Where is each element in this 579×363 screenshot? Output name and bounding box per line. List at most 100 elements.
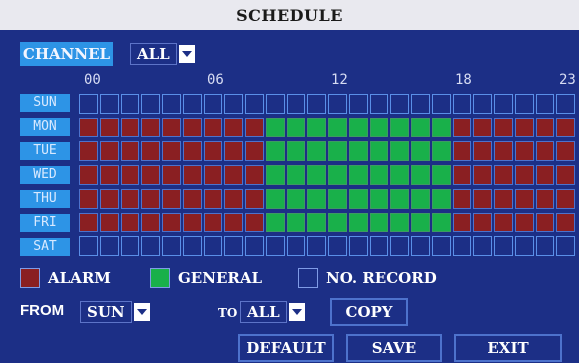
schedule-cell[interactable] bbox=[431, 165, 451, 185]
schedule-cell[interactable] bbox=[307, 188, 326, 209]
schedule-cell[interactable] bbox=[473, 94, 492, 114]
schedule-cell[interactable] bbox=[120, 212, 140, 233]
save-button[interactable]: SAVE bbox=[346, 334, 442, 362]
from-dropdown[interactable]: SUN bbox=[80, 301, 150, 323]
schedule-cell[interactable] bbox=[162, 188, 181, 209]
schedule-cell[interactable] bbox=[369, 236, 389, 256]
schedule-cell[interactable] bbox=[473, 165, 492, 185]
schedule-cell[interactable] bbox=[411, 188, 430, 209]
schedule-cell[interactable] bbox=[411, 94, 430, 114]
schedule-cell[interactable] bbox=[120, 141, 140, 162]
schedule-cell[interactable] bbox=[473, 188, 492, 209]
schedule-cell[interactable] bbox=[431, 212, 451, 233]
schedule-cell[interactable] bbox=[328, 212, 347, 233]
schedule-cell[interactable] bbox=[556, 117, 575, 138]
schedule-cell[interactable] bbox=[348, 94, 368, 114]
schedule-cell[interactable] bbox=[328, 236, 347, 256]
schedule-cell[interactable] bbox=[307, 165, 326, 185]
schedule-cell[interactable] bbox=[307, 236, 326, 256]
schedule-cell[interactable] bbox=[79, 94, 98, 114]
schedule-cell[interactable] bbox=[369, 141, 389, 162]
schedule-cell[interactable] bbox=[203, 212, 223, 233]
schedule-cell[interactable] bbox=[182, 165, 202, 185]
schedule-cell[interactable] bbox=[494, 212, 513, 233]
schedule-cell[interactable] bbox=[390, 141, 409, 162]
schedule-cell[interactable] bbox=[411, 236, 430, 256]
schedule-cell[interactable] bbox=[514, 117, 534, 138]
schedule-cell[interactable] bbox=[245, 141, 264, 162]
schedule-cell[interactable] bbox=[452, 141, 472, 162]
schedule-cell[interactable] bbox=[411, 117, 430, 138]
schedule-cell[interactable] bbox=[473, 236, 492, 256]
schedule-cell[interactable] bbox=[307, 117, 326, 138]
schedule-cell[interactable] bbox=[556, 141, 575, 162]
schedule-cell[interactable] bbox=[514, 236, 534, 256]
schedule-cell[interactable] bbox=[224, 141, 243, 162]
schedule-cell[interactable] bbox=[328, 141, 347, 162]
to-dropdown[interactable]: ALL bbox=[240, 301, 305, 323]
schedule-cell[interactable] bbox=[494, 94, 513, 114]
schedule-cell[interactable] bbox=[203, 236, 223, 256]
schedule-cell[interactable] bbox=[328, 94, 347, 114]
schedule-cell[interactable] bbox=[141, 117, 160, 138]
schedule-cell[interactable] bbox=[120, 236, 140, 256]
schedule-cell[interactable] bbox=[141, 165, 160, 185]
schedule-cell[interactable] bbox=[245, 94, 264, 114]
schedule-cell[interactable] bbox=[224, 236, 243, 256]
chevron-down-icon[interactable] bbox=[178, 45, 195, 63]
schedule-cell[interactable] bbox=[120, 188, 140, 209]
schedule-cell[interactable] bbox=[79, 236, 98, 256]
schedule-cell[interactable] bbox=[203, 117, 223, 138]
schedule-cell[interactable] bbox=[556, 212, 575, 233]
schedule-cell[interactable] bbox=[535, 117, 555, 138]
schedule-grid[interactable] bbox=[78, 92, 576, 258]
schedule-cell[interactable] bbox=[203, 141, 223, 162]
schedule-cell[interactable] bbox=[203, 165, 223, 185]
schedule-cell[interactable] bbox=[265, 117, 285, 138]
schedule-cell[interactable] bbox=[286, 94, 306, 114]
schedule-cell[interactable] bbox=[535, 188, 555, 209]
schedule-cell[interactable] bbox=[141, 141, 160, 162]
schedule-cell[interactable] bbox=[182, 117, 202, 138]
schedule-cell[interactable] bbox=[120, 94, 140, 114]
schedule-cell[interactable] bbox=[182, 94, 202, 114]
schedule-cell[interactable] bbox=[411, 165, 430, 185]
schedule-cell[interactable] bbox=[162, 236, 181, 256]
schedule-cell[interactable] bbox=[286, 117, 306, 138]
schedule-cell[interactable] bbox=[245, 117, 264, 138]
schedule-cell[interactable] bbox=[265, 94, 285, 114]
schedule-cell[interactable] bbox=[162, 141, 181, 162]
schedule-cell[interactable] bbox=[369, 165, 389, 185]
schedule-cell[interactable] bbox=[348, 141, 368, 162]
schedule-cell[interactable] bbox=[203, 188, 223, 209]
schedule-cell[interactable] bbox=[452, 94, 472, 114]
schedule-cell[interactable] bbox=[79, 188, 98, 209]
schedule-cell[interactable] bbox=[245, 212, 264, 233]
schedule-cell[interactable] bbox=[369, 188, 389, 209]
schedule-cell[interactable] bbox=[494, 188, 513, 209]
schedule-cell[interactable] bbox=[245, 165, 264, 185]
schedule-cell[interactable] bbox=[431, 141, 451, 162]
schedule-cell[interactable] bbox=[79, 165, 98, 185]
schedule-cell[interactable] bbox=[141, 94, 160, 114]
schedule-cell[interactable] bbox=[224, 165, 243, 185]
schedule-cell[interactable] bbox=[390, 188, 409, 209]
schedule-cell[interactable] bbox=[224, 212, 243, 233]
schedule-cell[interactable] bbox=[535, 141, 555, 162]
schedule-cell[interactable] bbox=[494, 141, 513, 162]
schedule-cell[interactable] bbox=[514, 165, 534, 185]
schedule-cell[interactable] bbox=[431, 94, 451, 114]
schedule-cell[interactable] bbox=[162, 94, 181, 114]
schedule-cell[interactable] bbox=[411, 212, 430, 233]
schedule-cell[interactable] bbox=[286, 188, 306, 209]
schedule-cell[interactable] bbox=[141, 236, 160, 256]
schedule-cell[interactable] bbox=[494, 236, 513, 256]
schedule-cell[interactable] bbox=[514, 188, 534, 209]
schedule-cell[interactable] bbox=[556, 188, 575, 209]
schedule-cell[interactable] bbox=[431, 188, 451, 209]
schedule-cell[interactable] bbox=[120, 117, 140, 138]
schedule-cell[interactable] bbox=[390, 94, 409, 114]
schedule-cell[interactable] bbox=[411, 141, 430, 162]
schedule-cell[interactable] bbox=[473, 117, 492, 138]
schedule-cell[interactable] bbox=[99, 188, 119, 209]
